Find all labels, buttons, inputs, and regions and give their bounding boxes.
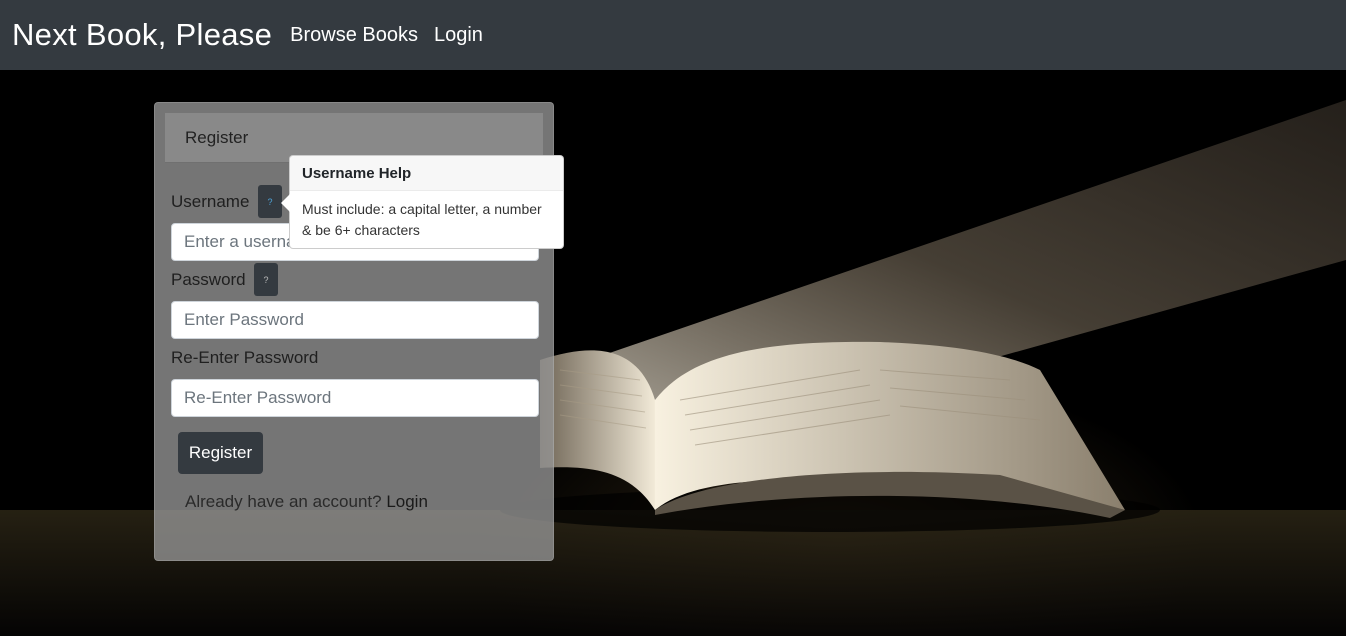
popover-body: Must include: a capital letter, a number… [302, 201, 542, 238]
nav-link-login[interactable]: Login [434, 24, 483, 47]
brand-logo-text[interactable]: Next Book, Please [12, 17, 272, 53]
register-button[interactable]: Register [178, 432, 263, 474]
username-help-icon[interactable]: ? [258, 185, 282, 218]
password-input[interactable] [171, 301, 539, 339]
login-prompt: Already have an account? Login [185, 492, 428, 512]
username-label: Username [171, 192, 250, 211]
popover-arrow [281, 194, 290, 212]
login-prompt-text: Already have an account? [185, 492, 387, 511]
reenter-password-label: Re-Enter Password [171, 348, 319, 367]
popover-title: Username Help [290, 156, 563, 191]
password-label: Password [171, 270, 246, 289]
reenter-password-input[interactable] [171, 379, 539, 417]
username-help-popover: Username Help Must include: a capital le… [281, 155, 564, 249]
top-navbar: Next Book, Please Browse Books Login [0, 0, 1346, 70]
login-link[interactable]: Login [386, 492, 428, 511]
password-help-icon[interactable]: ? [254, 263, 278, 296]
nav-link-browse-books[interactable]: Browse Books [290, 24, 418, 47]
card-title: Register [185, 128, 249, 147]
